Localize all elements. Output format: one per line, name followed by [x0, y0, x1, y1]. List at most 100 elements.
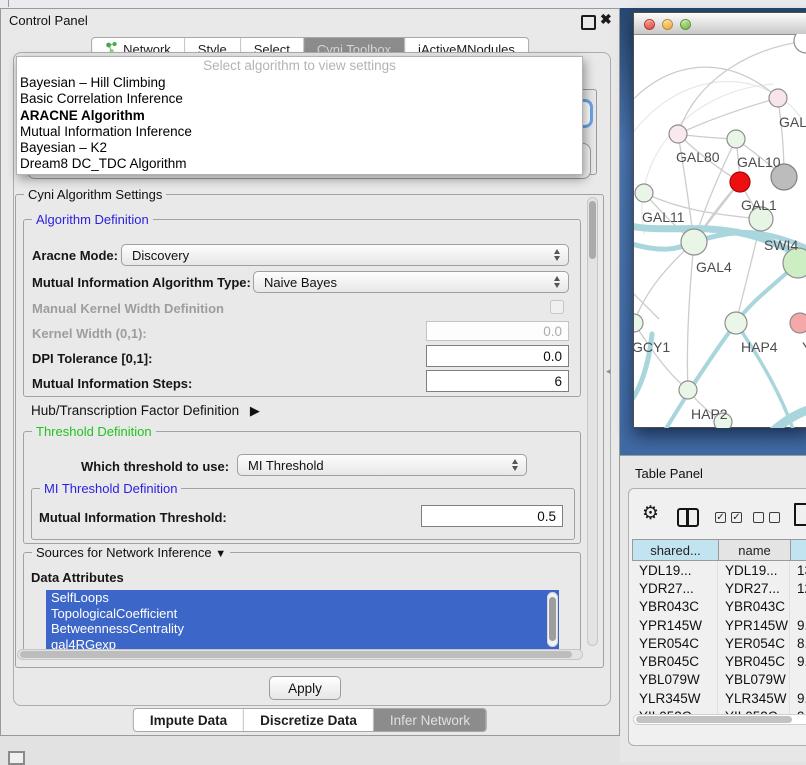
- toolbar-divider: [8, 0, 9, 7]
- algorithm-dropdown-popup: Select algorithm to view settings Bayesi…: [16, 56, 583, 175]
- gear-icon[interactable]: ⚙: [642, 502, 659, 525]
- table-cell[interactable]: [790, 671, 806, 689]
- control-panel-title: Control Panel: [9, 13, 88, 28]
- table-cell[interactable]: YER054C: [718, 634, 790, 652]
- dropdown-item-mutual-information[interactable]: Mutual Information Inference: [17, 124, 582, 140]
- data-attributes-list[interactable]: SelfLoops TopologicalCoefficient Between…: [46, 590, 559, 649]
- node-label: HAP4: [741, 339, 778, 355]
- table-cell[interactable]: YPR145W: [718, 616, 790, 634]
- list-item[interactable]: gal4RGexp: [46, 637, 559, 649]
- network-window-titlebar[interactable]: [634, 13, 806, 35]
- node-label: GAL: [779, 114, 806, 130]
- close-icon[interactable]: ✖: [600, 11, 612, 28]
- table-cell[interactable]: YBL079W: [632, 671, 718, 689]
- mi-threshold-definition-title: MI Threshold Definition: [40, 481, 181, 496]
- table-panel-body: ⚙ ✓ ✓ shared... name A YDL19... YDL19...…: [628, 488, 806, 746]
- close-traffic-light-icon[interactable]: [644, 19, 655, 30]
- table-cell[interactable]: YLR345W: [632, 689, 718, 707]
- float-window-icon[interactable]: [581, 15, 596, 30]
- table-cell[interactable]: YDL19...: [718, 561, 790, 579]
- table-cell[interactable]: 9.: [790, 689, 806, 707]
- table-cell[interactable]: YLR345W: [718, 689, 790, 707]
- network-canvas[interactable]: GAL GAL80 GAL10 GAL1 GAL11 SWI4 GAL4 GCY…: [634, 34, 806, 428]
- table-cell[interactable]: 12: [790, 579, 806, 597]
- table-cell[interactable]: YER054C: [632, 634, 718, 652]
- deselect-all-columns-icon[interactable]: [753, 512, 780, 523]
- expand-right-icon: ▶: [250, 403, 260, 418]
- hub-definition-toggle[interactable]: Hub/Transcription Factor Definition ▶: [31, 403, 260, 419]
- table-body[interactable]: YDL19... YDL19... 13 YDR27... YDR27... 1…: [632, 561, 806, 714]
- table-cell[interactable]: 9.: [790, 616, 806, 634]
- table-cell[interactable]: YBR043C: [632, 598, 718, 616]
- kernel-width-field[interactable]: 0.0: [426, 321, 569, 341]
- table-cell[interactable]: YBR045C: [718, 652, 790, 670]
- splitpane-handle-icon[interactable]: ◂: [606, 366, 611, 377]
- minimize-traffic-light-icon[interactable]: [662, 19, 673, 30]
- column-header-shared-name[interactable]: shared...: [633, 540, 719, 560]
- apply-button[interactable]: Apply: [269, 676, 341, 700]
- mi-algorithm-type-combobox[interactable]: Naive Bayes: [253, 271, 569, 293]
- table-cell[interactable]: YIL052C: [632, 707, 718, 714]
- checked-checkbox-icon: ✓: [731, 512, 742, 523]
- tab-discretize-data[interactable]: Discretize Data: [244, 709, 374, 731]
- dropdown-item-basic-correlation[interactable]: Basic Correlation Inference: [17, 91, 582, 107]
- column-header-partial[interactable]: A: [791, 540, 806, 560]
- settings-vertical-scrollbar-thumb[interactable]: [589, 201, 596, 259]
- dpi-tolerance-field[interactable]: 0.0: [426, 345, 569, 367]
- dropdown-item-dream8[interactable]: Dream8 DC_TDC Algorithm: [17, 156, 582, 172]
- floating-panel-icon[interactable]: [8, 751, 25, 765]
- table-cell[interactable]: YBL079W: [718, 671, 790, 689]
- list-item[interactable]: SelfLoops: [46, 590, 559, 606]
- table-cell[interactable]: YDR27...: [632, 579, 718, 597]
- tab-impute-data[interactable]: Impute Data: [134, 709, 244, 731]
- dropdown-item-bayesian-k2[interactable]: Bayesian – K2: [17, 140, 582, 156]
- which-threshold-combobox[interactable]: MI Threshold: [237, 454, 527, 476]
- table-cell[interactable]: [790, 598, 806, 616]
- zoom-traffic-light-icon[interactable]: [680, 19, 691, 30]
- manual-kernel-width-label: Manual Kernel Width Definition: [32, 301, 224, 316]
- table-horizontal-scrollbar[interactable]: [633, 714, 806, 725]
- manual-kernel-width-checkbox[interactable]: [550, 300, 564, 314]
- table-cell[interactable]: 13: [790, 561, 806, 579]
- attributes-list-scrollbar-thumb[interactable]: [549, 597, 556, 641]
- stepper-arrows-icon: [554, 249, 560, 261]
- node-label: GAL11: [642, 209, 685, 225]
- settings-horizontal-scrollbar-thumb[interactable]: [20, 651, 572, 658]
- mi-threshold-field[interactable]: 0.5: [421, 505, 563, 527]
- mi-steps-field[interactable]: 6: [426, 370, 569, 392]
- tab-infer-network[interactable]: Infer Network: [374, 709, 486, 731]
- node-label: GCY1: [634, 339, 670, 355]
- data-attributes-label: Data Attributes: [31, 570, 124, 585]
- sources-title[interactable]: Sources for Network Inference ▼: [32, 545, 230, 560]
- table-cell[interactable]: YBR043C: [718, 598, 790, 616]
- page-icon[interactable]: [794, 503, 806, 526]
- settings-horizontal-scrollbar[interactable]: [17, 649, 583, 660]
- network-graph: GAL GAL80 GAL10 GAL1 GAL11 SWI4 GAL4 GCY…: [634, 34, 806, 428]
- table-cell[interactable]: YDR27...: [718, 579, 790, 597]
- settings-group-title: Cyni Algorithm Settings: [24, 187, 166, 202]
- dropdown-item-bayesian-hill-climbing[interactable]: Bayesian – Hill Climbing: [17, 75, 582, 91]
- table-cell[interactable]: YDL19...: [632, 561, 718, 579]
- table-cell[interactable]: 9: [790, 707, 806, 714]
- select-all-columns-icon[interactable]: ✓ ✓: [715, 512, 742, 523]
- table-cell[interactable]: YBR045C: [632, 652, 718, 670]
- attributes-list-scrollbar[interactable]: [547, 592, 558, 647]
- settings-vertical-scrollbar[interactable]: [587, 197, 598, 646]
- table-cell[interactable]: YPR145W: [632, 616, 718, 634]
- list-item[interactable]: TopologicalCoefficient: [46, 606, 559, 622]
- list-item[interactable]: BetweennessCentrality: [46, 621, 559, 637]
- split-columns-icon[interactable]: [677, 508, 699, 527]
- table-cell[interactable]: 9.: [790, 652, 806, 670]
- stepper-arrows-icon: [554, 276, 560, 288]
- network-view-window: GAL GAL80 GAL10 GAL1 GAL11 SWI4 GAL4 GCY…: [633, 12, 806, 428]
- node-label: Y: [802, 339, 806, 355]
- aracne-mode-combobox[interactable]: Discovery: [121, 244, 569, 266]
- table-cell[interactable]: 8.: [790, 634, 806, 652]
- table-cell[interactable]: YIL052C: [718, 707, 790, 714]
- unchecked-checkbox-icon: [753, 512, 764, 523]
- column-header-name[interactable]: name: [719, 540, 791, 560]
- dropdown-item-aracne[interactable]: ARACNE Algorithm: [17, 108, 582, 124]
- node-label: GAL1: [741, 197, 777, 213]
- table-header-row: shared... name A: [632, 539, 806, 561]
- table-horizontal-scrollbar-thumb[interactable]: [636, 716, 792, 723]
